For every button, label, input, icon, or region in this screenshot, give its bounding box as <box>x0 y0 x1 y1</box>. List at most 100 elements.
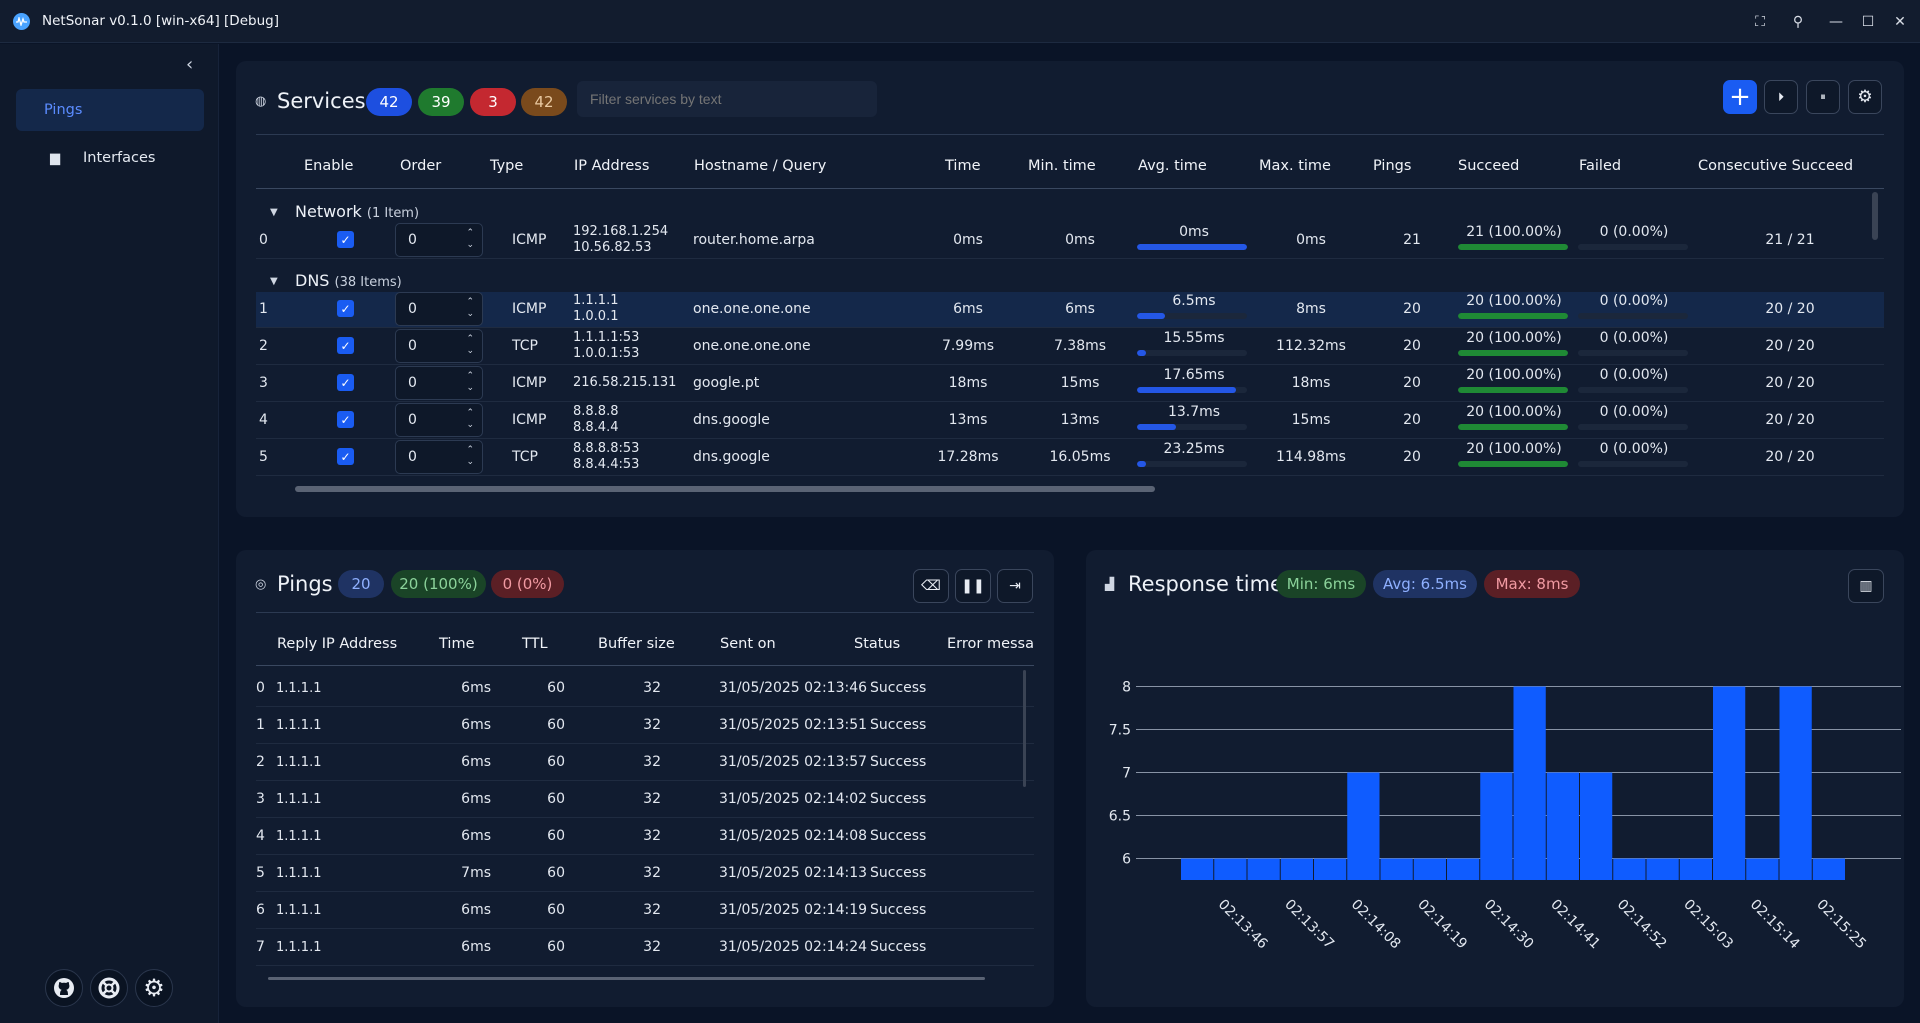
enable-checkbox[interactable]: ✓ <box>337 374 354 391</box>
chart-bar[interactable] <box>1247 858 1280 881</box>
order-stepper[interactable]: 0 ⌃ ⌄ <box>395 329 483 363</box>
chevron-down-icon[interactable]: ▼ <box>270 276 278 287</box>
sidebar-item-pings[interactable]: Pings <box>16 89 204 131</box>
col-consecutive-succeed[interactable]: Consecutive Succeed <box>1698 158 1853 174</box>
reply-ip-cell: 1.1.1.1 <box>276 903 322 918</box>
pin-icon[interactable]: ⚲ <box>1782 14 1814 30</box>
enable-checkbox[interactable]: ✓ <box>337 411 354 428</box>
chart-bar[interactable] <box>1546 772 1579 881</box>
col-sent-on[interactable]: Sent on <box>720 636 776 652</box>
help-button[interactable] <box>90 969 128 1007</box>
col-buffer-size[interactable]: Buffer size <box>598 636 675 652</box>
add-service-button[interactable]: + <box>1723 80 1757 114</box>
order-stepper[interactable]: 0 ⌃ ⌄ <box>395 440 483 474</box>
chart-bar[interactable] <box>1613 858 1646 881</box>
filter-services-input[interactable] <box>577 81 877 117</box>
col-avg-time[interactable]: Avg. time <box>1138 158 1207 174</box>
chevron-down-icon[interactable]: ▼ <box>270 207 278 218</box>
ttl-cell: 60 <box>547 717 565 733</box>
github-button[interactable] <box>45 969 83 1007</box>
col-order[interactable]: Order <box>400 158 441 174</box>
chart-bar[interactable] <box>1347 772 1380 881</box>
chart-bar[interactable] <box>1580 772 1613 881</box>
close-icon[interactable]: ✕ <box>1884 14 1916 30</box>
chart-options-button[interactable]: ▥ <box>1848 569 1884 603</box>
type-cell: ICMP <box>512 412 547 428</box>
group-network[interactable]: Network (1 Item) <box>295 202 419 221</box>
failed-bar <box>1578 461 1688 467</box>
chart-bar[interactable] <box>1280 858 1313 881</box>
col-enable[interactable]: Enable <box>304 158 353 174</box>
chart-bar[interactable] <box>1679 858 1712 881</box>
type-cell: ICMP <box>512 301 547 317</box>
buffer-size-cell: 32 <box>643 865 661 881</box>
enable-checkbox[interactable]: ✓ <box>337 337 354 354</box>
chart-bar[interactable] <box>1314 858 1347 881</box>
ip-address-primary: 216.58.215.131 <box>573 375 677 390</box>
pause-pings-button[interactable]: ❚❚ <box>955 569 991 603</box>
status-cell: Success <box>870 865 927 881</box>
chart-bar[interactable] <box>1447 858 1480 881</box>
radar-icon: ◎ <box>255 577 267 592</box>
order-stepper[interactable]: 0 ⌃ ⌄ <box>395 403 483 437</box>
col-reply-ip[interactable]: Reply IP Address <box>277 636 397 652</box>
export-icon: ⇥ <box>1009 578 1021 594</box>
maximize-icon[interactable]: ☐ <box>1852 14 1884 30</box>
order-stepper[interactable]: 0 ⌃ ⌄ <box>395 223 483 257</box>
col-ping-time[interactable]: Time <box>439 636 475 652</box>
services-horizontal-scrollbar[interactable] <box>295 486 1155 492</box>
chart-bar[interactable] <box>1480 772 1513 881</box>
avg-time-bar <box>1137 424 1247 430</box>
enable-checkbox[interactable]: ✓ <box>337 300 354 317</box>
ttl-cell: 60 <box>547 754 565 770</box>
services-settings-button[interactable]: ⚙ <box>1848 80 1882 114</box>
enable-checkbox[interactable]: ✓ <box>337 448 354 465</box>
pings-scrollbar[interactable] <box>1023 670 1026 787</box>
pings-horizontal-scrollbar[interactable] <box>268 977 985 980</box>
services-scrollbar[interactable] <box>1872 192 1878 240</box>
order-stepper[interactable]: 0 ⌃ ⌄ <box>395 292 483 326</box>
type-cell: TCP <box>512 449 538 465</box>
chart-bar[interactable] <box>1214 858 1247 881</box>
min-time-cell: 13ms <box>1060 412 1100 428</box>
response-time-chart: 8 7.5 7 6.5 6 02:13:46 02:13:57 02:14:08 02:14:1… <box>1109 680 1901 952</box>
col-failed[interactable]: Failed <box>1579 158 1621 174</box>
group-dns[interactable]: DNS (38 Items) <box>295 271 402 290</box>
chart-bar[interactable] <box>1181 858 1214 881</box>
pause-all-button[interactable]: ⏸ <box>1806 80 1840 114</box>
col-hostname[interactable]: Hostname / Query <box>694 158 826 174</box>
row-index: 7 <box>256 939 265 955</box>
fullscreen-icon[interactable]: ⛶ <box>1744 14 1776 30</box>
chart-bar[interactable] <box>1812 858 1845 881</box>
enable-checkbox[interactable]: ✓ <box>337 231 354 248</box>
col-status[interactable]: Status <box>854 636 900 652</box>
ping-time-cell: 6ms <box>461 902 491 918</box>
chart-bar[interactable] <box>1713 686 1746 881</box>
chart-bar[interactable] <box>1646 858 1679 881</box>
chart-bar[interactable] <box>1779 686 1812 881</box>
minimize-icon[interactable]: — <box>1820 14 1852 30</box>
col-min-time[interactable]: Min. time <box>1028 158 1096 174</box>
settings-button[interactable]: ⚙ <box>135 969 173 1007</box>
stepper-arrows-icon: ⌃ ⌄ <box>466 445 474 467</box>
export-pings-button[interactable]: ⇥ <box>997 569 1033 603</box>
col-type[interactable]: Type <box>490 158 523 174</box>
chart-bar[interactable] <box>1746 858 1779 881</box>
col-ip-address[interactable]: IP Address <box>574 158 649 174</box>
start-all-button[interactable]: ⏵ <box>1764 80 1798 114</box>
col-error-message[interactable]: Error messag <box>947 636 1034 652</box>
col-ttl[interactable]: TTL <box>522 636 548 652</box>
collapse-sidebar-icon[interactable]: ‹ <box>186 54 193 75</box>
col-time[interactable]: Time <box>945 158 981 174</box>
chart-bar[interactable] <box>1513 686 1546 881</box>
chart-bar[interactable] <box>1413 858 1446 881</box>
col-succeed[interactable]: Succeed <box>1458 158 1519 174</box>
chart-bar[interactable] <box>1380 858 1413 881</box>
clear-pings-button[interactable]: ⌫ <box>913 569 949 603</box>
ping-time-cell: 6ms <box>461 717 491 733</box>
order-stepper[interactable]: 0 ⌃ ⌄ <box>395 366 483 400</box>
col-max-time[interactable]: Max. time <box>1259 158 1331 174</box>
col-pings[interactable]: Pings <box>1373 158 1411 174</box>
sent-on-cell: 31/05/2025 02:14:19 <box>719 902 868 918</box>
sidebar-item-interfaces[interactable]: ▆ Interfaces <box>16 137 204 179</box>
